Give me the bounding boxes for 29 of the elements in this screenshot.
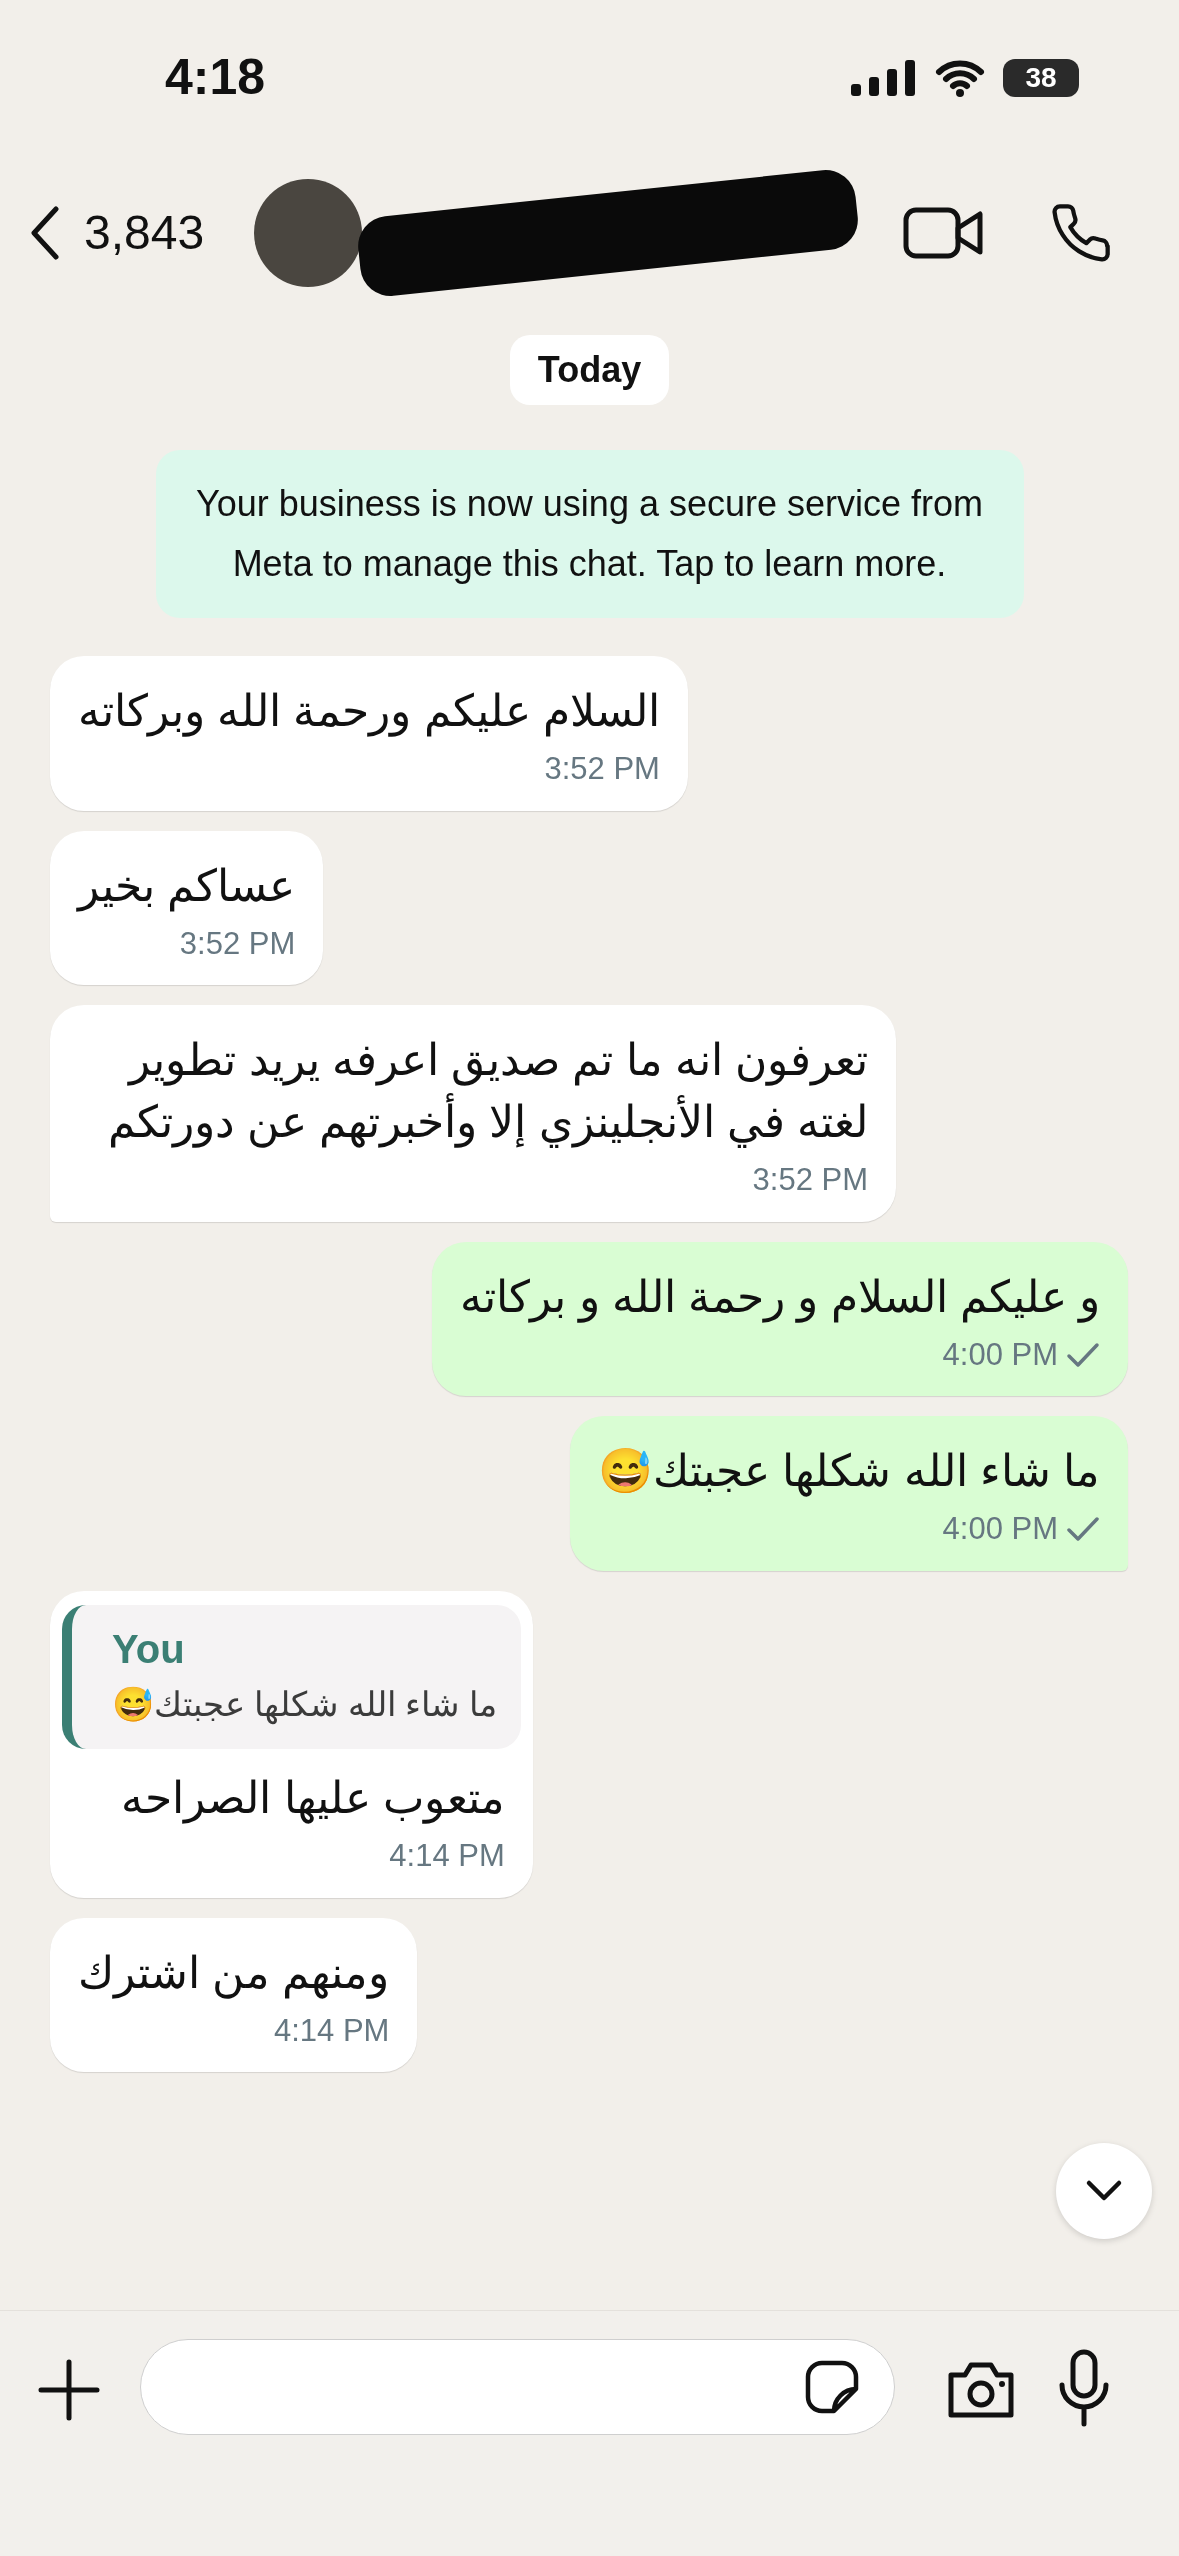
sticker-icon[interactable] [804, 2359, 860, 2415]
message-time: 3:52 PM [544, 750, 660, 788]
message-text: و عليكم السلام و رحمة الله و بركاته [460, 1270, 1100, 1325]
message-text: متعوب عليها الصراحه [121, 1772, 505, 1826]
message-text: السلام عليكم ورحمة الله وبركاته [78, 685, 660, 739]
plus-icon[interactable] [38, 2359, 100, 2421]
signal-icon [851, 59, 917, 96]
microphone-icon[interactable] [1057, 2349, 1111, 2427]
message-text: ومنهم من اشترك [78, 1946, 390, 2001]
message-time: 4:14 PM [274, 2011, 390, 2050]
battery-indicator: 38 [1003, 58, 1079, 97]
message-time: 3:52 PM [179, 924, 296, 963]
message-time: 4:00 PM [942, 1510, 1058, 1548]
status-time: 4:18 [165, 48, 266, 107]
message-text: عساكم بخير [78, 859, 296, 914]
scroll-down-button[interactable] [1056, 2143, 1152, 2239]
wifi-icon [935, 58, 985, 97]
quoted-author: You [112, 1628, 185, 1669]
back-chevron-icon [28, 204, 62, 261]
message-time: 4:14 PM [389, 1837, 505, 1875]
date-pill: Today [509, 335, 670, 405]
quoted-text: ما شاء الله شكلها عجبتك😅 [112, 1683, 497, 1725]
message-text: ما شاء الله شكلها عجبتك😅 [598, 1445, 1100, 1499]
message-text: تعرفون انه ما تم صديق اعرفه يريد تطوير لغته في الأنجلينزي إلا وأخبرتهم عن دورتكم [106, 1034, 868, 1150]
chevron-down-icon [1085, 2179, 1123, 2203]
message-time: 4:00 PM [942, 1335, 1058, 1374]
back-button[interactable]: 3,843 [28, 196, 205, 269]
message-time: 3:52 PM [752, 1161, 868, 1199]
system-notice[interactable]: Your business is now using a secure service from Meta to manage this chat. Tap to learn more. [155, 450, 1024, 618]
